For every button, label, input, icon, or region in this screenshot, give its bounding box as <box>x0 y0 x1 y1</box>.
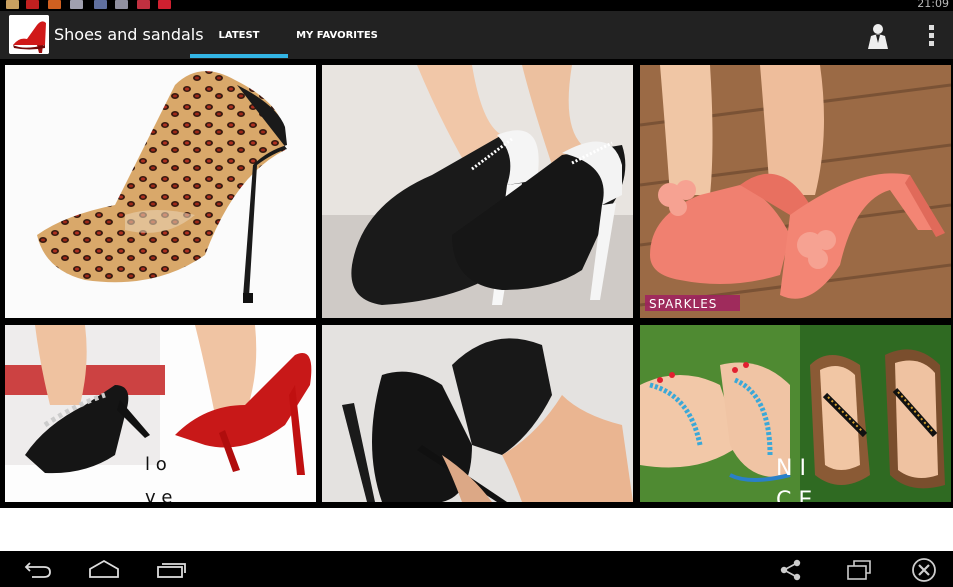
status-bar: 21:09 <box>0 0 953 11</box>
home-icon[interactable] <box>88 559 120 583</box>
grid-tile-jeweled-sandals[interactable]: N I C E <box>640 325 951 502</box>
shoe-notification-icon <box>158 0 171 9</box>
window-icon[interactable] <box>846 559 872 585</box>
shoe-notification-icon <box>94 0 107 9</box>
grid-tile-leopard-pump[interactable] <box>5 65 316 318</box>
grid-tile-black-suede-heels[interactable] <box>322 325 633 502</box>
shoe-grid: SPARKLES l o v e N I C E <box>0 59 953 508</box>
overlay-text-love-1: l o <box>145 454 167 475</box>
tab-latest[interactable]: LATEST <box>190 11 288 59</box>
shoe-notification-icon <box>26 0 39 9</box>
action-bar: Shoes and sandals LATEST MY FAVORITES <box>0 11 953 59</box>
overlay-text-nice-1: N I <box>776 456 806 481</box>
overlay-text-love-2: v e <box>145 487 172 502</box>
shoe-notification-icon <box>70 0 83 9</box>
overflow-menu-icon[interactable] <box>927 25 935 47</box>
shoe-notification-icon <box>137 0 150 9</box>
back-icon[interactable] <box>24 559 52 583</box>
content-bottom-area <box>0 508 953 551</box>
grid-tile-black-white-heels[interactable] <box>322 65 633 318</box>
tab-latest-label: LATEST <box>218 29 260 41</box>
overlay-text-nice-2: C E <box>776 488 812 502</box>
tab-selected-indicator <box>190 54 288 58</box>
user-icon[interactable] <box>866 23 890 49</box>
navigation-bar <box>0 551 953 587</box>
shoe-notification-icon <box>48 0 61 9</box>
share-icon[interactable] <box>780 559 802 585</box>
grid-tile-coral-heels[interactable]: SPARKLES <box>640 65 951 318</box>
watermark-sparkles: SPARKLES <box>649 297 717 311</box>
red-high-heel-icon[interactable] <box>9 15 49 54</box>
app-title: Shoes and sandals <box>54 25 204 44</box>
tab-my-favorites-label: MY FAVORITES <box>296 29 378 41</box>
shoe-notification-icon <box>6 0 19 9</box>
grid-tile-strappy-heels[interactable]: l o v e <box>5 325 316 502</box>
shoe-notification-icon <box>115 0 128 9</box>
tab-my-favorites[interactable]: MY FAVORITES <box>288 11 386 59</box>
status-clock: 21:09 <box>917 0 949 10</box>
recent-apps-icon[interactable] <box>156 559 186 583</box>
close-icon[interactable] <box>911 557 937 587</box>
